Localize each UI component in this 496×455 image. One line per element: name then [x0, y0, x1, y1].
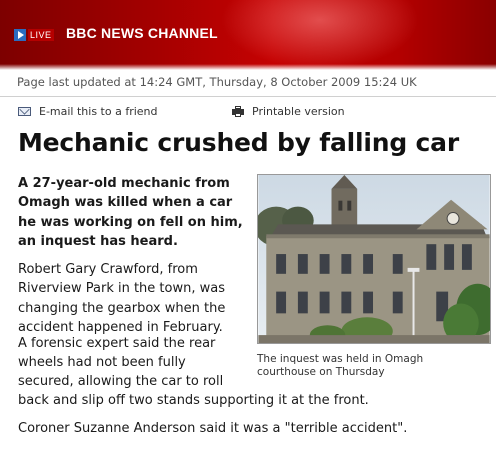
article-intro: A 27-year-old mechanic from Omagh was ki… — [18, 176, 243, 249]
article-paragraph-2-line-4: back and slip off two stands supporting … — [18, 393, 369, 408]
bbc-news-channel-banner: LIVE BBC NEWS CHANNEL — [0, 0, 496, 70]
printable-version-label: Printable version — [252, 105, 345, 118]
page-updated-timestamp: Page last updated at 14:24 GMT, Thursday… — [17, 75, 417, 89]
play-icon — [14, 29, 26, 41]
article-paragraph: Robert Gary Crawford, from Riverview Par… — [18, 262, 226, 336]
printable-version-link[interactable]: Printable version — [232, 105, 345, 118]
channel-title[interactable]: BBC NEWS CHANNEL — [66, 25, 218, 41]
live-logo[interactable]: LIVE — [14, 28, 62, 42]
envelope-icon — [18, 107, 31, 116]
printer-icon — [232, 106, 244, 117]
email-friend-link[interactable]: E-mail this to a friend — [18, 105, 158, 118]
article-headline: Mechanic crushed by falling car — [18, 128, 459, 157]
article-paragraph-3: Coroner Suzanne Anderson said it was a "… — [18, 421, 408, 436]
photo-caption: The inquest was held in Omagh courthouse… — [257, 353, 424, 378]
live-label: LIVE — [28, 29, 54, 41]
article-tools: E-mail this to a friend Printable versio… — [18, 105, 488, 121]
email-friend-label: E-mail this to a friend — [39, 105, 158, 118]
article-figure: The inquest was held in Omagh courthouse… — [257, 174, 491, 379]
article-body: A 27-year-old mechanic from Omagh was ki… — [18, 174, 250, 346]
divider — [0, 96, 496, 97]
courthouse-photo — [257, 174, 491, 344]
